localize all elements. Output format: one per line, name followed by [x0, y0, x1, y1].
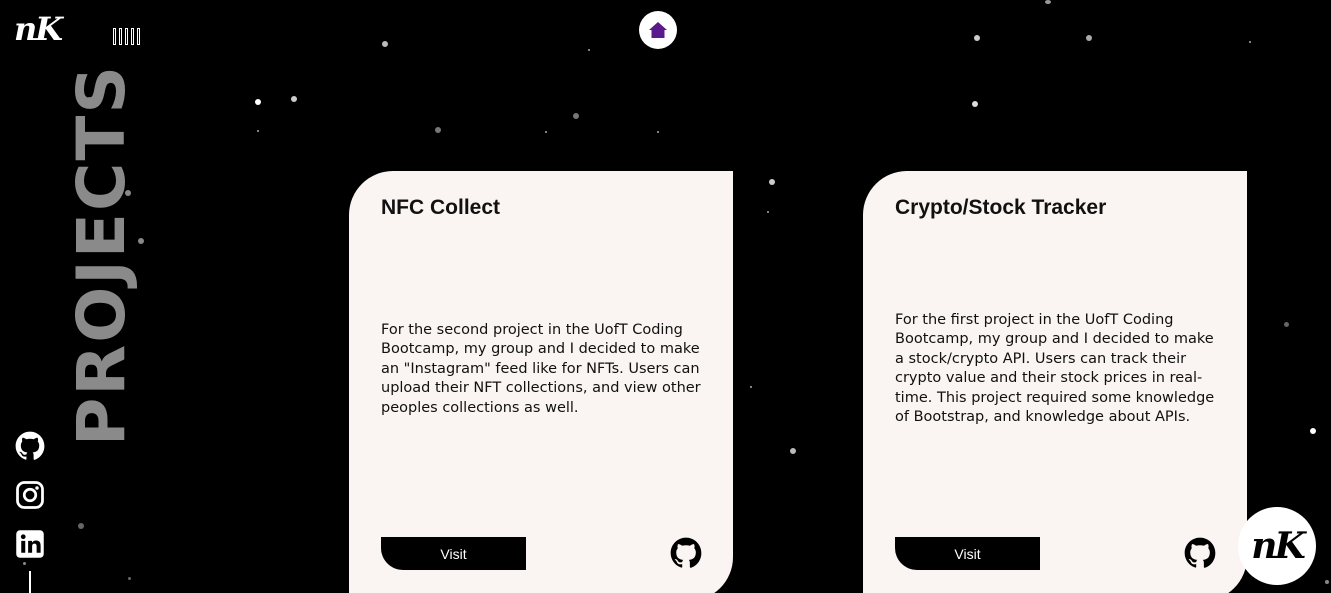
visit-button[interactable]: Visit: [381, 537, 526, 570]
project-title: NFC Collect: [381, 196, 501, 219]
project-card: NFC Collect For the second project in th…: [349, 171, 733, 593]
repo-link[interactable]: [1184, 537, 1216, 569]
github-icon: [1184, 537, 1216, 568]
site-logo[interactable]: nK: [14, 10, 63, 48]
instagram-link[interactable]: [15, 480, 45, 510]
sound-bars-icon[interactable]: [113, 27, 140, 45]
project-description: For the second project in the UofT Codin…: [381, 322, 701, 416]
page-title: PROJECTS: [63, 64, 140, 446]
social-divider-line: [29, 571, 31, 593]
github-icon: [670, 537, 702, 568]
project-card: Crypto/Stock Tracker For the first proje…: [863, 171, 1247, 593]
corner-logo[interactable]: nK: [1238, 507, 1316, 585]
linkedin-link[interactable]: [15, 529, 45, 559]
visit-button[interactable]: Visit: [895, 537, 1040, 570]
github-icon: [15, 431, 45, 460]
home-button[interactable]: [639, 11, 677, 49]
linkedin-icon: [16, 530, 44, 558]
repo-link[interactable]: [670, 537, 702, 569]
project-description: For the first project in the UofT Coding…: [895, 312, 1215, 426]
home-icon: [649, 22, 667, 38]
project-title: Crypto/Stock Tracker: [895, 196, 1107, 219]
github-link[interactable]: [15, 431, 45, 461]
instagram-icon: [16, 481, 44, 509]
